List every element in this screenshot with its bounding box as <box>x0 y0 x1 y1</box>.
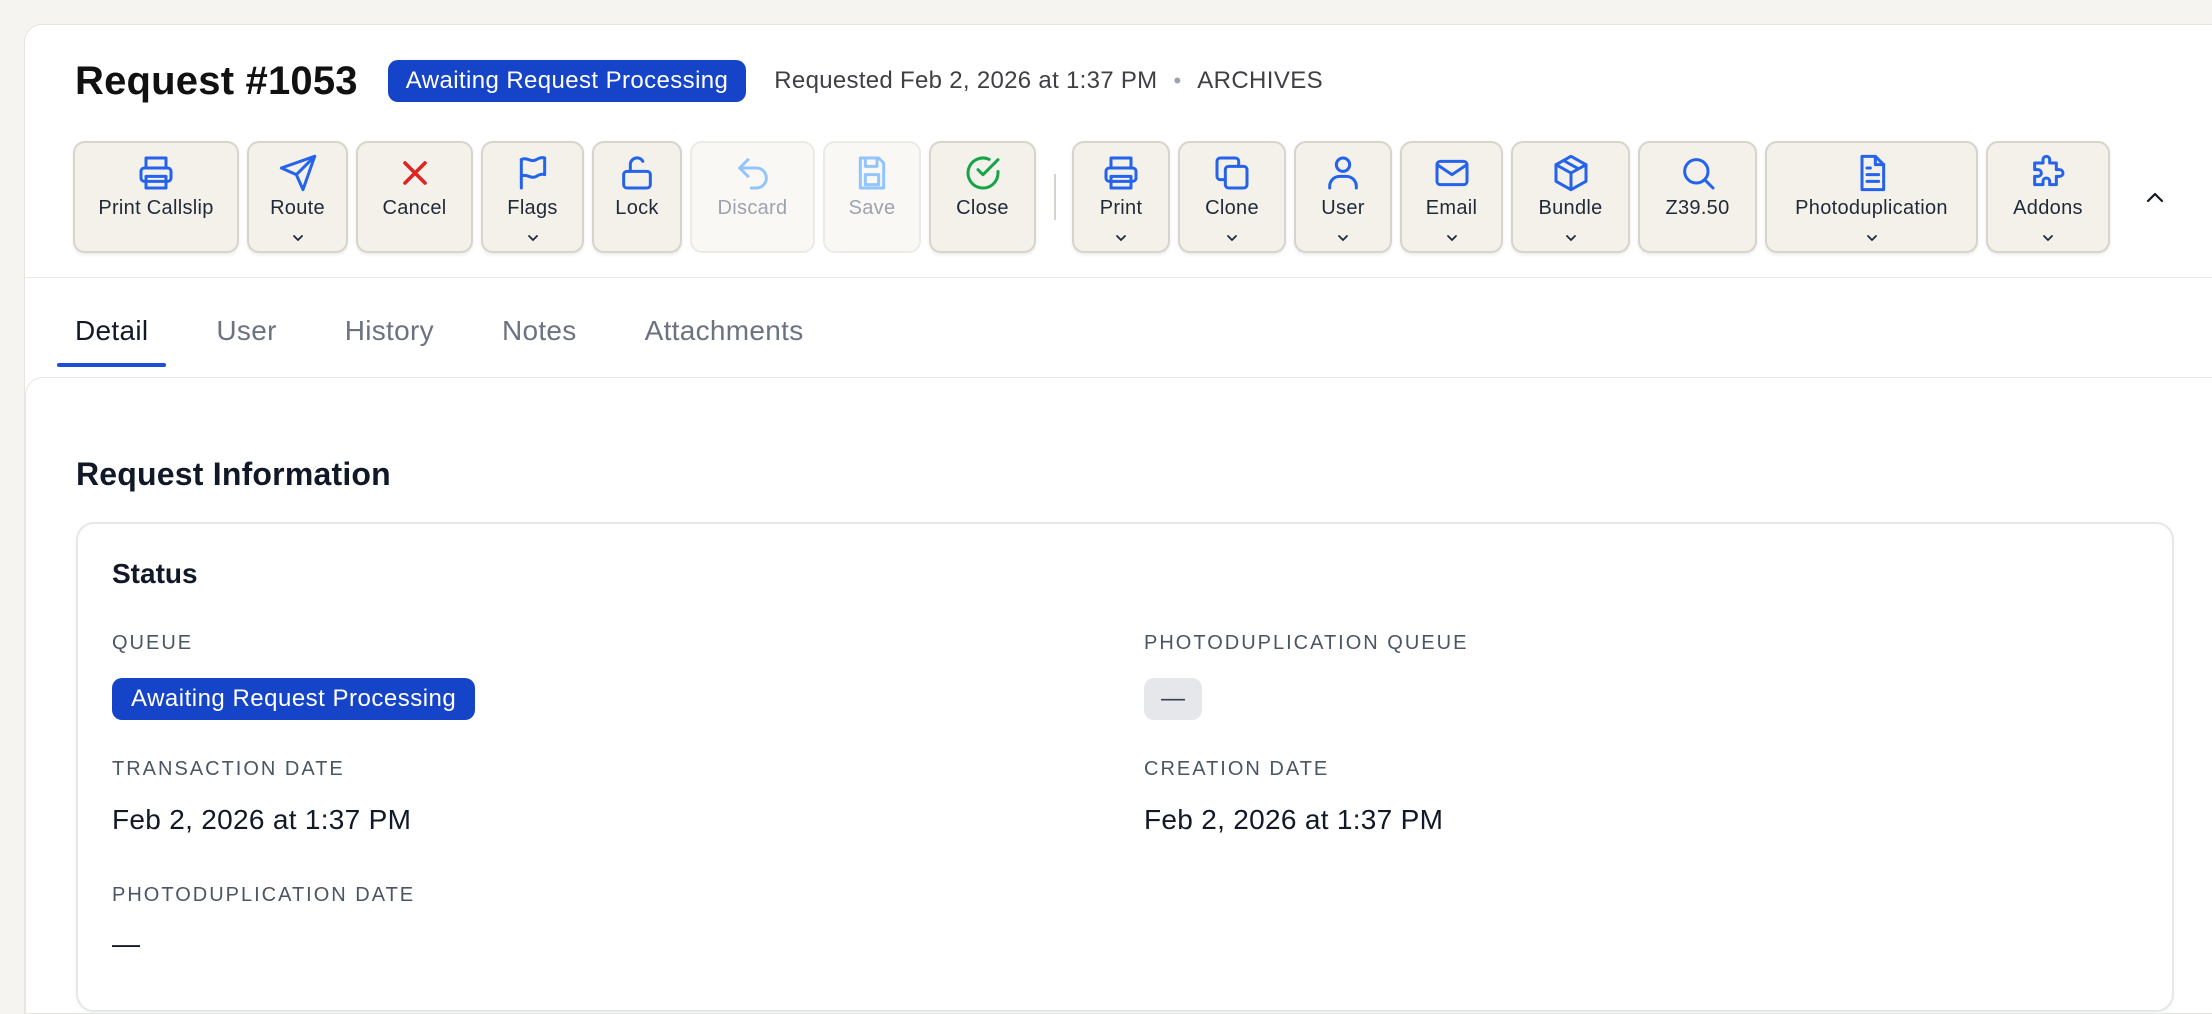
request-page: Request #1053 Awaiting Request Processin… <box>24 24 2212 1014</box>
discard-label: Discard <box>717 197 788 219</box>
package-icon <box>1554 154 1587 192</box>
save-label: Save <box>848 197 896 219</box>
print-callslip-button[interactable]: Print Callslip <box>73 141 239 253</box>
lock-label: Lock <box>615 197 659 219</box>
flags-label: Flags <box>507 197 558 219</box>
tab-attachments[interactable]: Attachments <box>627 281 822 381</box>
user-button[interactable]: User <box>1294 141 1392 253</box>
creation-date-value: Feb 2, 2026 at 1:37 PM <box>1144 804 1444 835</box>
page-title: Request #1053 <box>75 58 358 103</box>
close-label: Close <box>956 197 1009 219</box>
queue-label: QUEUE <box>112 632 194 654</box>
save-button[interactable]: Save <box>823 141 921 253</box>
action-toolbar: Print Callslip Route Cancel Flags Lock D… <box>73 141 2170 253</box>
discard-button[interactable]: Discard <box>690 141 815 253</box>
section-title: Request Information <box>76 456 391 492</box>
requested-date: Requested Feb 2, 2026 at 1:37 PM <box>774 67 1158 94</box>
department-label: ARCHIVES <box>1197 67 1324 94</box>
print-label: Print <box>1099 197 1143 219</box>
request-header: Request #1053 Awaiting Request Processin… <box>75 55 1323 107</box>
tabs-top-divider <box>25 277 2212 278</box>
detail-panel: Request Information Status QUEUE Awaitin… <box>25 377 2212 1013</box>
clone-label: Clone <box>1205 197 1259 219</box>
toolbar-separator <box>1054 174 1056 220</box>
addons-label: Addons <box>2013 197 2083 219</box>
user-icon <box>1328 156 1358 190</box>
collapse-toolbar-button[interactable] <box>2140 182 2170 212</box>
save-icon <box>858 156 886 190</box>
chevron-up-icon <box>2146 192 2164 203</box>
card-title: Status <box>112 558 198 589</box>
bundle-button[interactable]: Bundle <box>1511 141 1630 253</box>
print-button[interactable]: Print <box>1072 141 1170 253</box>
photoduplication-button[interactable]: Photoduplication <box>1765 141 1978 253</box>
chevron-down-icon <box>1565 235 1576 242</box>
flag-icon <box>519 156 546 190</box>
tab-notes[interactable]: Notes <box>484 281 595 381</box>
copy-icon <box>1215 156 1249 190</box>
meta-separator: • <box>1173 68 1182 93</box>
photoduplication-label: Photoduplication <box>1795 197 1948 219</box>
queue-value-badge: Awaiting Request Processing <box>112 678 476 720</box>
z3950-button[interactable]: Z39.50 <box>1638 141 1757 253</box>
creation-date-label: CREATION DATE <box>1144 758 1330 780</box>
printer-icon <box>1104 156 1138 190</box>
close-button[interactable]: Close <box>929 141 1036 253</box>
lock-button[interactable]: Lock <box>592 141 682 253</box>
chevron-down-icon <box>2043 235 2053 242</box>
document-icon <box>1860 154 1885 192</box>
cancel-button[interactable]: Cancel <box>356 141 473 253</box>
bundle-label: Bundle <box>1538 197 1603 219</box>
addons-button[interactable]: Addons <box>1986 141 2110 253</box>
chevron-down-icon <box>292 235 303 242</box>
check-circle-icon <box>966 156 999 190</box>
tab-user[interactable]: User <box>198 281 294 381</box>
user-label: User <box>1321 197 1365 219</box>
cancel-label: Cancel <box>382 197 447 219</box>
printer-icon <box>139 156 173 190</box>
route-label: Route <box>270 197 325 219</box>
chevron-down-icon <box>1227 235 1237 242</box>
tab-detail[interactable]: Detail <box>57 281 167 381</box>
email-button[interactable]: Email <box>1400 141 1503 253</box>
puzzle-icon <box>2033 154 2065 187</box>
status-card: Status QUEUE Awaiting Request Processing… <box>76 522 2174 1012</box>
chevron-down-icon <box>1446 235 1457 242</box>
chevron-down-icon <box>527 235 538 242</box>
print-callslip-label: Print Callslip <box>98 197 214 219</box>
photo-queue-value: — <box>1144 678 1202 720</box>
chevron-down-icon <box>1866 235 1877 242</box>
close-x-icon <box>402 161 427 185</box>
photo-date-value: — <box>112 928 141 959</box>
undo-icon <box>737 158 768 190</box>
transaction-date-label: TRANSACTION DATE <box>112 758 345 780</box>
status-badge: Awaiting Request Processing <box>387 60 747 102</box>
email-label: Email <box>1425 197 1478 219</box>
chevron-down-icon <box>1338 235 1348 242</box>
flags-button[interactable]: Flags <box>481 141 584 253</box>
chevron-down-icon <box>1116 235 1126 242</box>
clone-button[interactable]: Clone <box>1178 141 1286 253</box>
tab-bar: Detail User History Notes Attachments <box>57 281 854 381</box>
send-icon <box>279 154 316 192</box>
photo-queue-label: PHOTODUPLICATION QUEUE <box>1144 632 1469 654</box>
search-icon <box>1682 158 1714 190</box>
mail-icon <box>1435 159 1468 187</box>
route-button[interactable]: Route <box>247 141 348 253</box>
unlock-icon <box>622 156 652 190</box>
photo-date-label: PHOTODUPLICATION DATE <box>112 884 416 906</box>
tab-history[interactable]: History <box>327 281 452 381</box>
transaction-date-value: Feb 2, 2026 at 1:37 PM <box>112 804 412 835</box>
z3950-label: Z39.50 <box>1665 197 1730 219</box>
